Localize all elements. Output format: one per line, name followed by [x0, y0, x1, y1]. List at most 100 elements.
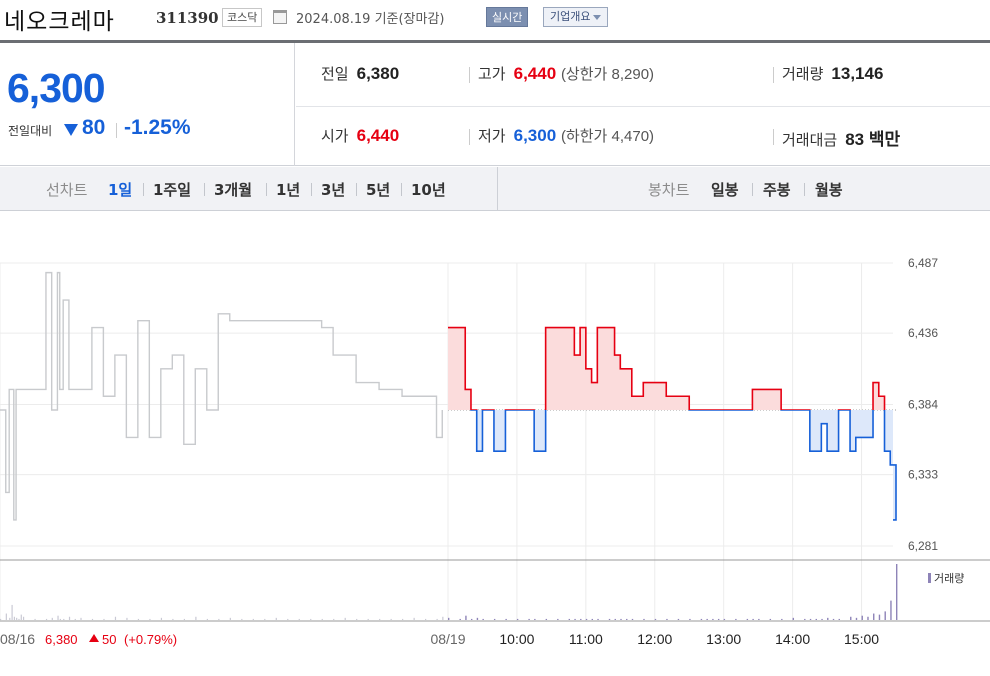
line-chart-label: 선차트 — [46, 181, 88, 199]
y-tick-label: 6,487 — [908, 256, 938, 270]
tab-10y[interactable]: 10년 — [411, 179, 446, 200]
prev-day-price-line — [0, 271, 443, 521]
volume-bar — [608, 618, 611, 620]
stock-name: 네오크레마 — [4, 9, 115, 35]
realtime-button[interactable]: 실시간 — [486, 7, 529, 27]
volume-bar — [758, 618, 760, 620]
compare-label: 전일대비 — [8, 124, 53, 138]
volume-bar — [677, 618, 680, 620]
volume-bar — [873, 613, 875, 620]
x-tick-label: 15:00 — [844, 631, 879, 647]
x-tick-label: 12:00 — [637, 631, 672, 647]
volume-bar — [465, 615, 467, 620]
stat-volume: 거래량 13,146 — [782, 63, 883, 84]
volume-bar — [126, 617, 128, 620]
volume-bar — [9, 617, 11, 620]
volume-bar — [717, 618, 720, 620]
stat-open: 시가 6,440 — [321, 125, 399, 146]
stat-value: 83 백만 — [845, 130, 901, 149]
stock-code: 311390 — [156, 9, 219, 27]
volume-bar — [57, 615, 59, 620]
volume-bar — [20, 614, 22, 620]
tab-3m[interactable]: 3개월 — [214, 179, 252, 200]
divider — [401, 183, 402, 196]
chart-canvas: 6,487 6,436 6,384 6,333 6,281 거래량 08/19 10:00 11… — [0, 256, 990, 647]
tab-weekly[interactable]: 주봉 — [763, 179, 791, 200]
y-tick-label: 6,281 — [908, 539, 938, 553]
volume-bar — [16, 617, 18, 620]
volume-bar — [298, 618, 300, 620]
tab-1y[interactable]: 1년 — [276, 179, 300, 200]
volume-bar — [172, 618, 174, 620]
volume-bar — [896, 564, 898, 620]
volume-bar — [781, 618, 783, 620]
tab-1d[interactable]: 1일 — [108, 179, 132, 200]
tab-5y[interactable]: 5년 — [366, 179, 390, 200]
base-date: 2024.08.19 기준(장마감) — [296, 12, 445, 27]
company-overview-label: 기업개요 — [550, 10, 591, 23]
volume-bar — [735, 618, 737, 620]
y-tick-label: 6,333 — [908, 468, 938, 482]
volume-bar — [51, 617, 53, 620]
volume-bar — [321, 618, 323, 620]
volume-bar — [45, 618, 48, 620]
volume-bar — [643, 618, 645, 620]
volume-bar — [264, 618, 266, 620]
upper-limit: (상한가 8,290) — [560, 66, 655, 83]
volume-bar — [700, 618, 703, 620]
volume-bar — [712, 618, 714, 620]
current-price: 6,300 — [7, 65, 106, 111]
company-overview-dropdown[interactable]: 기업개요 — [543, 7, 609, 27]
volume-bar — [275, 617, 277, 620]
volume-bar — [706, 618, 708, 620]
volume-bar — [614, 618, 616, 620]
x-tick-label: 10:00 — [499, 631, 534, 647]
volume-bar — [195, 616, 197, 620]
volume-bar — [229, 617, 231, 620]
divider — [804, 183, 805, 196]
tabs-divider — [497, 167, 498, 211]
volume-bar — [597, 618, 599, 620]
price-summary: 6,300 전일대비 80 -1.25% 전일 6,380 고가 6,440 (상한… — [0, 43, 990, 166]
volume-bar — [137, 618, 140, 620]
candle-chart-label: 봉차트 — [648, 181, 690, 199]
current-price-panel: 6,300 전일대비 80 -1.25% — [0, 43, 295, 166]
volume-bar — [626, 618, 628, 620]
volume-bar — [344, 617, 346, 620]
tab-1w[interactable]: 1주일 — [153, 179, 191, 200]
tab-monthly[interactable]: 월봉 — [815, 179, 843, 200]
stat-value: 6,440 — [356, 126, 400, 145]
volume-bar — [493, 618, 496, 620]
price-change: 80 — [82, 116, 106, 139]
volume-bar — [413, 617, 415, 620]
tab-daily[interactable]: 일봉 — [711, 179, 739, 200]
volume-bar — [367, 618, 369, 620]
volume-bar — [183, 618, 185, 620]
volume-bar — [22, 616, 25, 620]
volume-bar — [855, 617, 858, 620]
tab-3y[interactable]: 3년 — [321, 179, 345, 200]
volume-bar — [804, 618, 806, 620]
stat-value: 13,146 — [831, 64, 884, 83]
stat-label: 고가 — [478, 65, 506, 83]
volume-bar — [591, 618, 593, 620]
divider — [356, 183, 357, 196]
divider — [773, 67, 774, 83]
volume-bar — [356, 618, 358, 620]
stat-prev-close: 전일 6,380 — [321, 63, 399, 84]
volume-bar — [878, 614, 881, 620]
volume-bar — [850, 616, 852, 620]
volume-bar — [620, 618, 622, 620]
divider — [266, 183, 267, 196]
volume-bar — [769, 618, 772, 620]
prev-day-change-percent: (+0.79%) — [124, 632, 177, 647]
volume-bar — [0, 618, 2, 620]
stat-label: 거래량 — [782, 65, 824, 83]
price-change-percent: -1.25% — [124, 116, 191, 139]
intraday-chart[interactable]: 6,487 6,436 6,384 6,333 6,281 거래량 08/19 10:00 11… — [0, 211, 990, 676]
volume-legend-label: 거래량 — [934, 572, 964, 585]
prev-day-change: 50 — [102, 632, 116, 647]
volume-bar — [890, 600, 892, 620]
today-down-area — [476, 409, 896, 520]
volume-bar — [574, 618, 576, 620]
